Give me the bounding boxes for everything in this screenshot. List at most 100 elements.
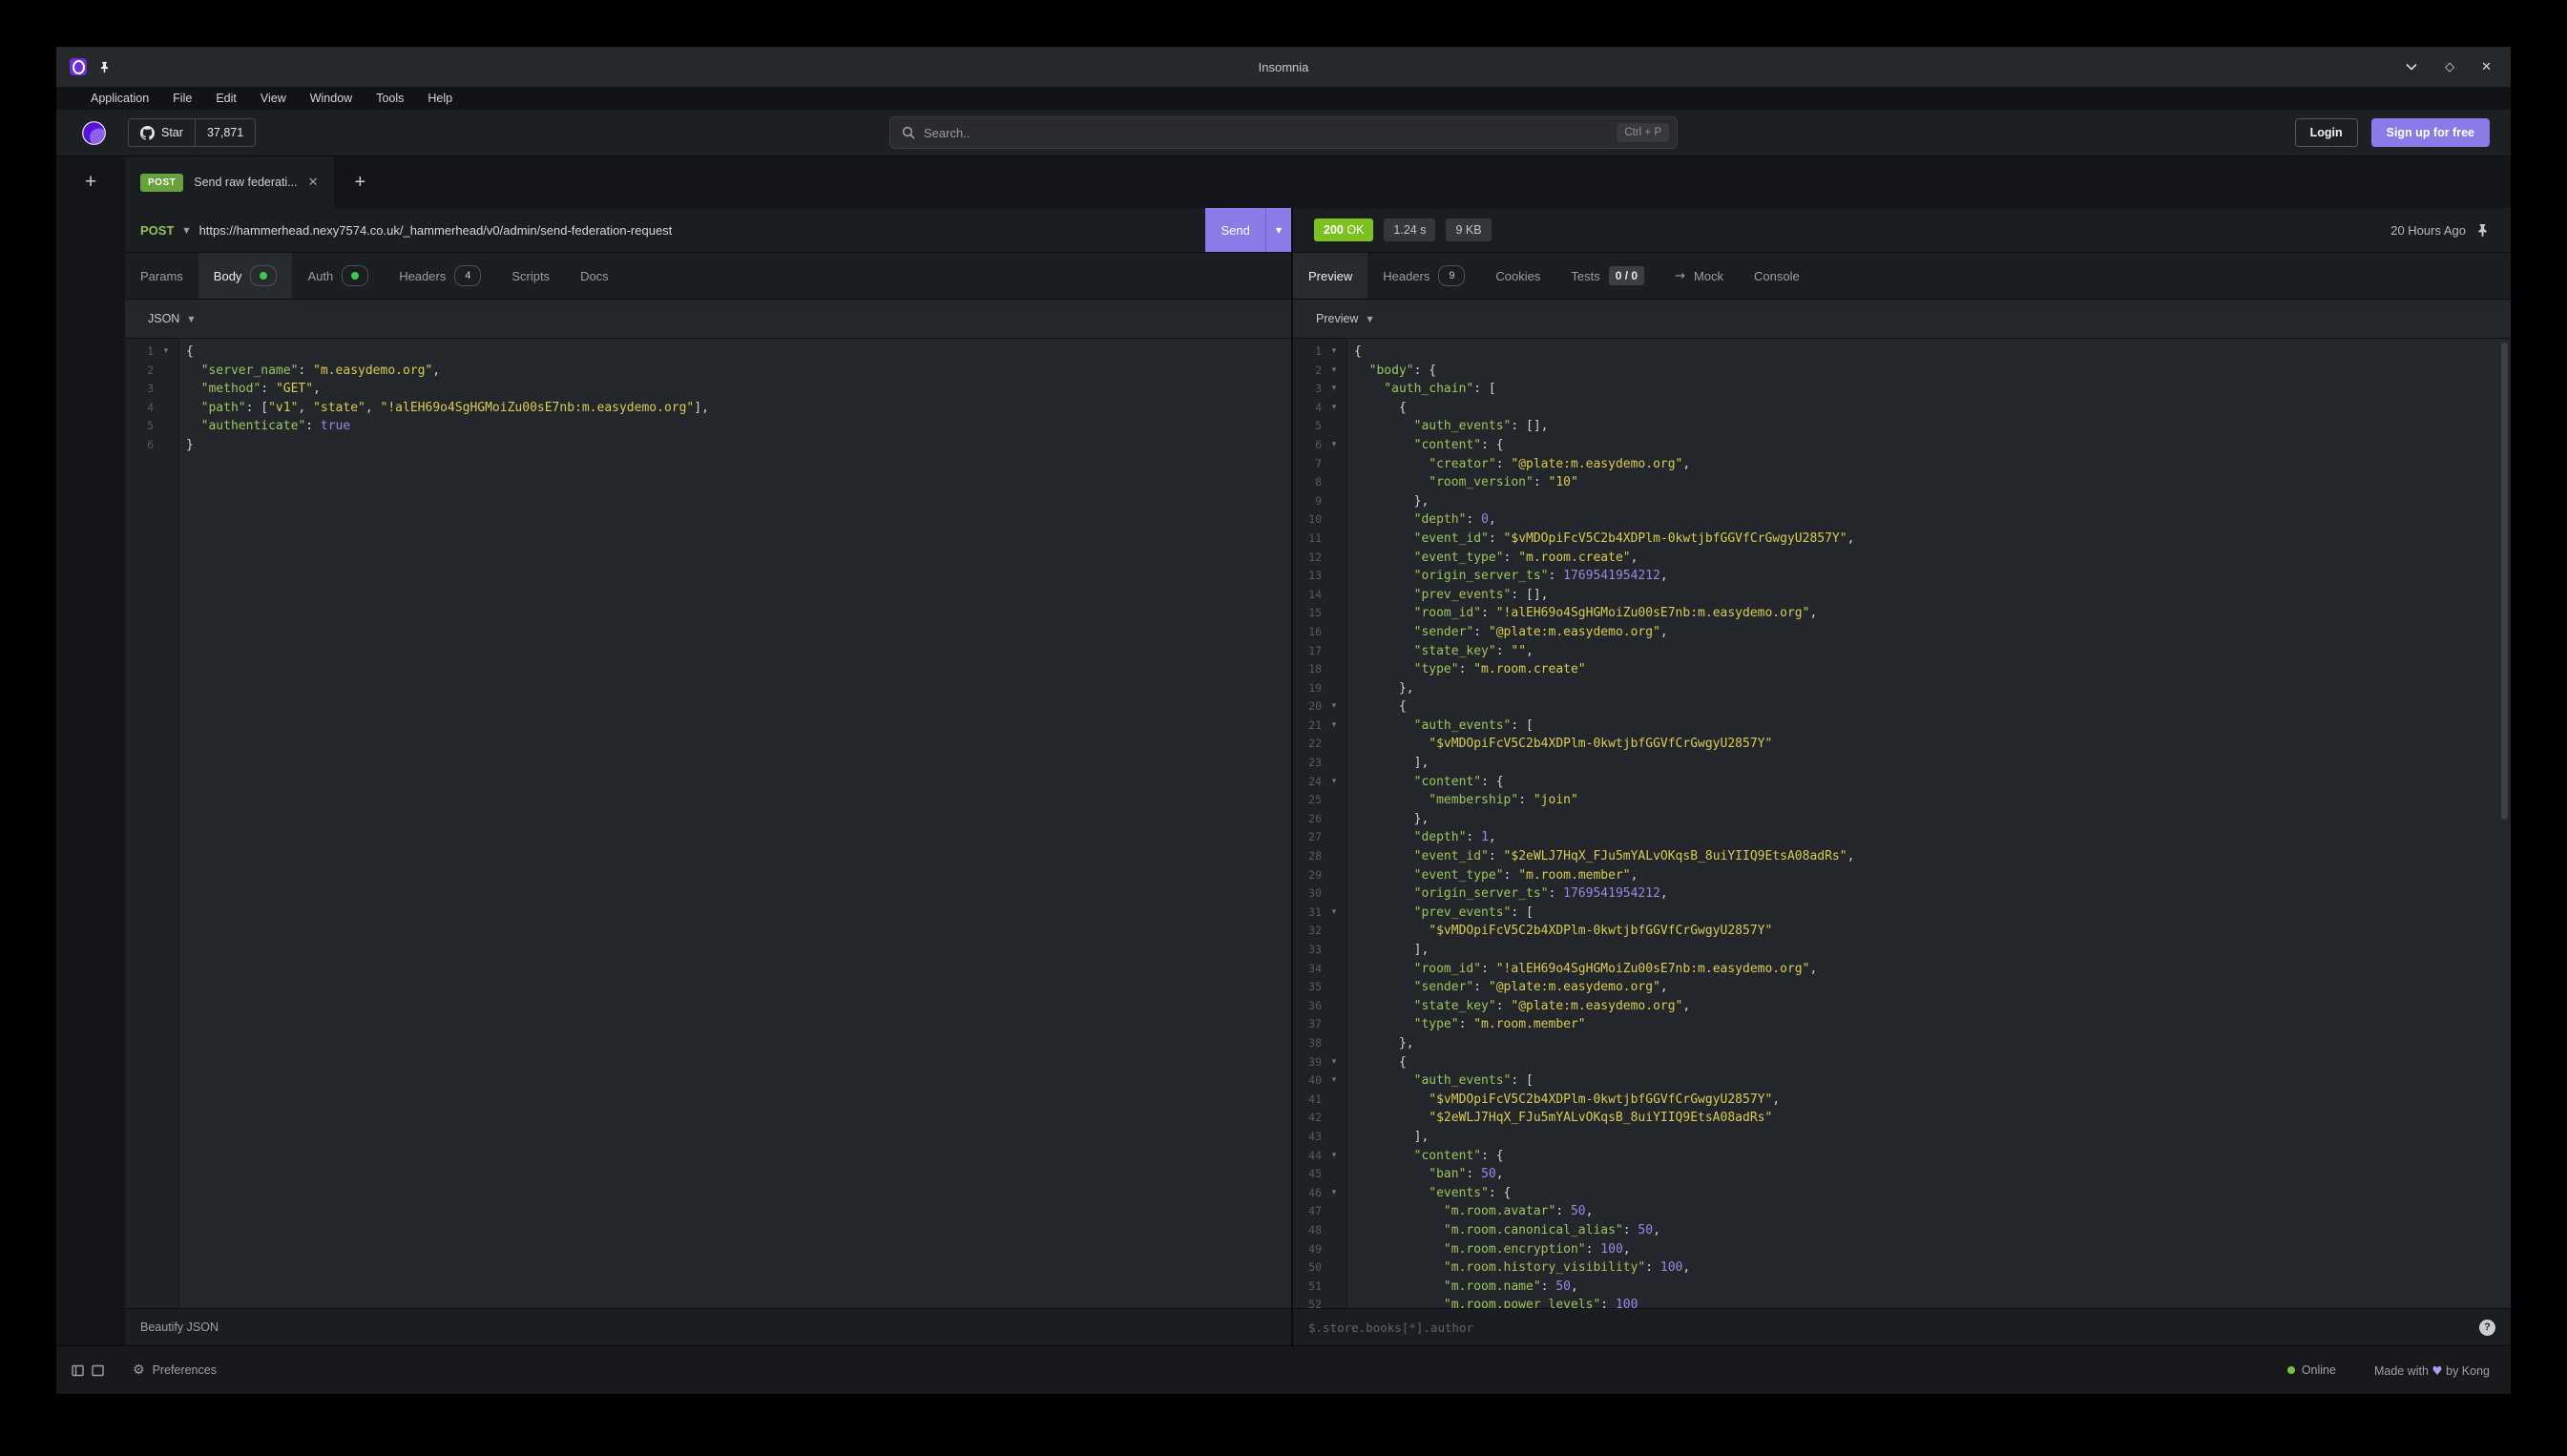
code-line[interactable]: 15 "room_id": "!alEH69o4SgHGMoiZu00sE7nb… — [1293, 604, 2511, 623]
fold-icon[interactable]: ▾ — [1322, 1147, 1346, 1166]
fold-icon[interactable]: ▾ — [1322, 362, 1346, 381]
code-line[interactable]: 51 "m.room.name": 50, — [1293, 1278, 2511, 1297]
send-dropdown-icon[interactable]: ▼ — [1265, 208, 1291, 252]
code-line[interactable]: 3 "method": "GET", — [125, 380, 1291, 399]
online-status[interactable]: Online — [2287, 1363, 2336, 1377]
code-line[interactable]: 52 "m.room.power_levels": 100 — [1293, 1296, 2511, 1308]
code-line[interactable]: 12 "event_type": "m.room.create", — [1293, 549, 2511, 568]
code-line[interactable]: 5 "authenticate": true — [125, 417, 1291, 436]
code-line[interactable]: 1▾{ — [1293, 343, 2511, 362]
code-line[interactable]: 6▾ "content": { — [1293, 436, 2511, 455]
method-label[interactable]: POST — [140, 223, 174, 238]
code-line[interactable]: 6} — [125, 436, 1291, 455]
code-line[interactable]: 38 }, — [1293, 1034, 2511, 1053]
code-line[interactable]: 7 "creator": "@plate:m.easydemo.org", — [1293, 455, 2511, 474]
code-line[interactable]: 31▾ "prev_events": [ — [1293, 904, 2511, 923]
menu-help[interactable]: Help — [428, 92, 452, 105]
response-filter-input[interactable]: $.store.books[*].author — [1308, 1321, 1473, 1335]
search-input[interactable]: Search.. Ctrl + P — [889, 116, 1678, 149]
code-line[interactable]: 23 ], — [1293, 754, 2511, 773]
fold-icon[interactable]: ▾ — [1322, 773, 1346, 792]
menu-view[interactable]: View — [261, 92, 286, 105]
code-line[interactable]: 14 "prev_events": [], — [1293, 586, 2511, 605]
code-line[interactable]: 49 "m.room.encryption": 100, — [1293, 1240, 2511, 1259]
github-star-widget[interactable]: Star 37,871 — [128, 118, 256, 147]
beautify-json-button[interactable]: Beautify JSON — [140, 1321, 219, 1334]
code-line[interactable]: 9 }, — [1293, 492, 2511, 511]
fold-icon[interactable]: ▾ — [1322, 717, 1346, 736]
code-line[interactable]: 1▾{ — [125, 343, 1291, 362]
fold-icon[interactable]: ▾ — [1322, 380, 1346, 399]
code-line[interactable]: 20▾ { — [1293, 697, 2511, 717]
code-line[interactable]: 4 "path": ["v1", "state", "!alEH69o4SgHG… — [125, 399, 1291, 418]
tab-request-headers[interactable]: Headers4 — [384, 253, 496, 299]
toggle-layout-icon[interactable] — [92, 1364, 104, 1377]
code-line[interactable]: 11 "event_id": "$vMDOpiFcV5C2b4XDPlm-0kw… — [1293, 530, 2511, 549]
code-line[interactable]: 3▾ "auth_chain": [ — [1293, 380, 2511, 399]
code-line[interactable]: 35 "sender": "@plate:m.easydemo.org", — [1293, 978, 2511, 997]
tab-console[interactable]: Console — [1739, 253, 1815, 299]
tab-docs[interactable]: Docs — [565, 253, 624, 299]
code-line[interactable]: 22 "$vMDOpiFcV5C2b4XDPlm-0kwtjbfGGVfCrGw… — [1293, 735, 2511, 754]
code-line[interactable]: 13 "origin_server_ts": 1769541954212, — [1293, 567, 2511, 586]
fold-icon[interactable]: ▾ — [1322, 904, 1346, 923]
tab-response-headers[interactable]: Headers9 — [1367, 253, 1480, 299]
code-line[interactable]: 41 "$vMDOpiFcV5C2b4XDPlm-0kwtjbfGGVfCrGw… — [1293, 1091, 2511, 1110]
preview-mode-selector[interactable]: Preview ▼ — [1293, 300, 2511, 339]
body-type-selector[interactable]: JSON ▼ — [125, 300, 1291, 339]
tab-tests[interactable]: Tests0 / 0 — [1555, 253, 1659, 299]
menu-application[interactable]: Application — [91, 92, 149, 105]
code-line[interactable]: 17 "state_key": "", — [1293, 642, 2511, 661]
filter-help-icon[interactable]: ? — [2479, 1320, 2495, 1336]
code-line[interactable]: 42 "$2eWLJ7HqX_FJu5mYALvOKqsB_8uiYIIQ9Et… — [1293, 1109, 2511, 1128]
response-scrollbar[interactable] — [2501, 343, 2508, 820]
request-tab[interactable]: POST Send raw federati... ✕ — [125, 156, 334, 208]
tab-auth[interactable]: Auth — [292, 253, 384, 299]
code-line[interactable]: 2 "server_name": "m.easydemo.org", — [125, 362, 1291, 381]
menu-window[interactable]: Window — [310, 92, 352, 105]
code-line[interactable]: 45 "ban": 50, — [1293, 1165, 2511, 1184]
code-line[interactable]: 24▾ "content": { — [1293, 773, 2511, 792]
login-button[interactable]: Login — [2295, 118, 2358, 147]
toggle-left-panel-icon[interactable] — [72, 1364, 84, 1377]
fold-icon[interactable]: ▾ — [1322, 436, 1346, 455]
fold-icon[interactable]: ▾ — [154, 343, 178, 362]
signup-button[interactable]: Sign up for free — [2371, 118, 2490, 147]
fold-icon[interactable]: ▾ — [1322, 1071, 1346, 1091]
code-line[interactable]: 2▾ "body": { — [1293, 362, 2511, 381]
code-line[interactable]: 26 }, — [1293, 810, 2511, 829]
code-line[interactable]: 40▾ "auth_events": [ — [1293, 1071, 2511, 1091]
request-body-editor[interactable]: 1▾{2 "server_name": "m.easydemo.org",3 "… — [125, 339, 1291, 1308]
fold-icon[interactable]: ▾ — [1322, 343, 1346, 362]
tab-body[interactable]: Body — [198, 253, 293, 299]
response-body-viewer[interactable]: 1▾{2▾ "body": {3▾ "auth_chain": [4▾ {5 "… — [1293, 339, 2511, 1308]
code-line[interactable]: 39▾ { — [1293, 1053, 2511, 1072]
code-line[interactable]: 33 ], — [1293, 941, 2511, 960]
code-line[interactable]: 30 "origin_server_ts": 1769541954212, — [1293, 884, 2511, 904]
code-line[interactable]: 50 "m.room.history_visibility": 100, — [1293, 1258, 2511, 1278]
maximize-button[interactable]: ◇ — [2445, 60, 2454, 74]
code-line[interactable]: 29 "event_type": "m.room.member", — [1293, 866, 2511, 885]
menu-edit[interactable]: Edit — [216, 92, 237, 105]
method-dropdown-icon[interactable]: ▼ — [183, 226, 189, 235]
code-line[interactable]: 48 "m.room.canonical_alias": 50, — [1293, 1221, 2511, 1240]
url-input[interactable]: https://hammerhead.nexy7574.co.uk/_hamme… — [199, 223, 673, 238]
code-line[interactable]: 34 "room_id": "!alEH69o4SgHGMoiZu00sE7nb… — [1293, 960, 2511, 979]
minimize-button[interactable] — [2405, 60, 2418, 73]
tab-cookies[interactable]: Cookies — [1480, 253, 1555, 299]
code-line[interactable]: 5 "auth_events": [], — [1293, 417, 2511, 436]
code-line[interactable]: 18 "type": "m.room.create" — [1293, 660, 2511, 679]
code-line[interactable]: 27 "depth": 1, — [1293, 828, 2511, 847]
close-window-button[interactable]: ✕ — [2481, 60, 2492, 74]
fold-icon[interactable]: ▾ — [1322, 1184, 1346, 1203]
code-line[interactable]: 19 }, — [1293, 679, 2511, 698]
tab-close-icon[interactable]: ✕ — [308, 176, 319, 190]
code-line[interactable]: 25 "membership": "join" — [1293, 791, 2511, 810]
menu-tools[interactable]: Tools — [376, 92, 404, 105]
tab-mock[interactable]: →Mock — [1659, 253, 1739, 299]
fold-icon[interactable]: ▾ — [1322, 697, 1346, 717]
code-line[interactable]: 28 "event_id": "$2eWLJ7HqX_FJu5mYALvOKqs… — [1293, 847, 2511, 866]
code-line[interactable]: 36 "state_key": "@plate:m.easydemo.org", — [1293, 997, 2511, 1016]
code-line[interactable]: 8 "room_version": "10" — [1293, 473, 2511, 492]
code-line[interactable]: 32 "$vMDOpiFcV5C2b4XDPlm-0kwtjbfGGVfCrGw… — [1293, 922, 2511, 941]
